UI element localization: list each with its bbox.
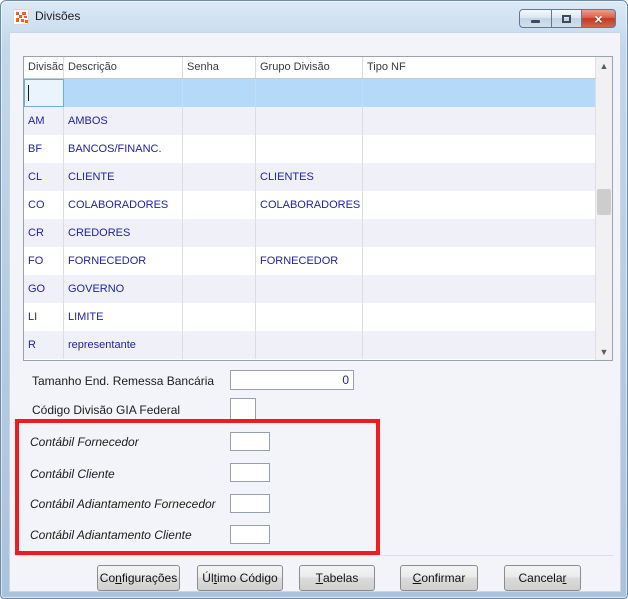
confirmar-button[interactable]: Confirmar bbox=[400, 565, 478, 591]
gia-federal-input[interactable] bbox=[230, 398, 256, 420]
contabil-adiantamento-fornecedor-input[interactable] bbox=[230, 494, 270, 513]
app-icon bbox=[13, 9, 29, 25]
table-row[interactable]: AM AMBOS bbox=[24, 107, 595, 135]
table-row[interactable]: R representante bbox=[24, 331, 595, 359]
column-header-grupo-divisao[interactable]: Grupo Divisão bbox=[256, 57, 363, 78]
column-header-descricao[interactable]: Descrição bbox=[64, 57, 183, 78]
grid-edit-row[interactable] bbox=[24, 79, 595, 107]
minimize-button[interactable] bbox=[519, 9, 552, 28]
contabil-fornecedor-input[interactable] bbox=[230, 432, 270, 451]
table-row[interactable]: GO GOVERNO bbox=[24, 275, 595, 303]
titlebar[interactable]: Divisões × bbox=[1, 1, 627, 32]
maximize-icon bbox=[562, 14, 571, 23]
column-header-senha[interactable]: Senha bbox=[183, 57, 256, 78]
contabil-fornecedor-label: Contábil Fornecedor bbox=[30, 435, 139, 449]
divisoes-dialog: Divisões × Divisão Descrição Senha Grupo… bbox=[0, 0, 628, 599]
tamanho-remessa-input[interactable] bbox=[230, 370, 354, 390]
divisions-grid[interactable]: Divisão Descrição Senha Grupo Divisão Ti… bbox=[23, 56, 613, 361]
table-row[interactable]: CL CLIENTE CLIENTES bbox=[24, 163, 595, 191]
grid-header: Divisão Descrição Senha Grupo Divisão Ti… bbox=[24, 57, 612, 79]
close-button[interactable]: × bbox=[582, 9, 616, 28]
dialog-client-area: Divisão Descrição Senha Grupo Divisão Ti… bbox=[9, 32, 621, 592]
vertical-scrollbar[interactable]: ▲ ▼ bbox=[595, 57, 612, 360]
contabil-adiantamento-cliente-label: Contábil Adiantamento Cliente bbox=[30, 528, 192, 542]
footer-separator bbox=[15, 555, 614, 556]
scrollbar-thumb[interactable] bbox=[597, 189, 611, 215]
scroll-up-button[interactable]: ▲ bbox=[596, 57, 612, 74]
close-icon: × bbox=[594, 10, 603, 27]
contabil-adiantamento-cliente-input[interactable] bbox=[230, 525, 270, 544]
tamanho-remessa-label: Tamanho End. Remessa Bancária bbox=[32, 374, 215, 388]
maximize-button[interactable] bbox=[552, 9, 582, 28]
grid-body: AM AMBOS BF BANCOS/FINANC. CL CLIENTE CL… bbox=[24, 79, 595, 360]
contabil-cliente-input[interactable] bbox=[230, 463, 270, 482]
window-title: Divisões bbox=[35, 9, 81, 23]
table-row[interactable]: FO FORNECEDOR FORNECEDOR bbox=[24, 247, 595, 275]
tabelas-button[interactable]: Tabelas bbox=[299, 565, 375, 591]
scroll-down-button[interactable]: ▼ bbox=[596, 343, 612, 360]
gia-federal-label: Código Divisão GIA Federal bbox=[32, 403, 181, 417]
table-row[interactable]: CR CREDORES bbox=[24, 219, 595, 247]
column-header-tipo-nf[interactable]: Tipo NF bbox=[363, 57, 612, 78]
table-row[interactable]: LI LIMITE bbox=[24, 303, 595, 331]
contabil-cliente-label: Contábil Cliente bbox=[30, 467, 115, 481]
minimize-icon bbox=[531, 20, 540, 23]
configuracoes-button[interactable]: Co n figurações bbox=[97, 565, 180, 591]
contabil-adiantamento-fornecedor-label: Contábil Adiantamento Fornecedor bbox=[30, 497, 216, 511]
text-caret bbox=[28, 85, 29, 101]
window-controls: × bbox=[519, 9, 616, 28]
edit-cell-divisao[interactable] bbox=[24, 79, 64, 107]
ultimo-codigo-button[interactable]: Úl t imo Código bbox=[197, 565, 283, 591]
cancelar-button[interactable]: Cancela r bbox=[504, 565, 581, 591]
column-header-divisao[interactable]: Divisão bbox=[24, 57, 64, 78]
table-row[interactable]: BF BANCOS/FINANC. bbox=[24, 135, 595, 163]
table-row[interactable]: CO COLABORADORES COLABORADORES bbox=[24, 191, 595, 219]
